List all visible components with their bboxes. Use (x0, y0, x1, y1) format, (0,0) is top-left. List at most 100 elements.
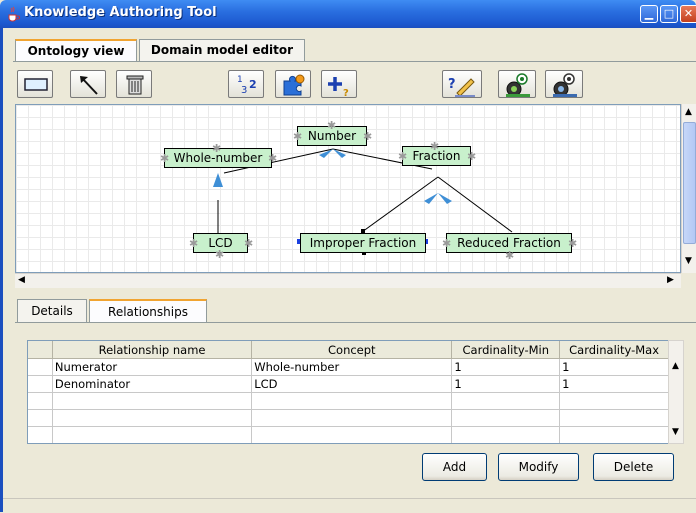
table-cell[interactable]: Denominator (52, 375, 253, 393)
connector-handle: ✱ (398, 150, 408, 163)
row-header-corner (28, 341, 53, 359)
scroll-up-icon[interactable]: ▲ (685, 107, 692, 117)
table-cell[interactable]: 1 (451, 375, 561, 393)
minimize-button[interactable]: ▁ (640, 5, 658, 23)
table-cell[interactable] (559, 392, 669, 410)
table-cell[interactable] (251, 409, 453, 427)
connector-handle: ✱ (505, 249, 515, 262)
connector-handle: ✱ (467, 150, 477, 163)
edge-arrowhead-whole-number (213, 173, 223, 187)
numbering-button[interactable]: 1 3 2 (228, 70, 264, 98)
connector-handle: ✱ (293, 130, 303, 143)
run-button[interactable] (498, 70, 536, 98)
table-row[interactable] (28, 426, 669, 443)
title-bar: Knowledge Authoring Tool ▁ □ ✕ (0, 0, 696, 28)
table-cell[interactable] (559, 426, 669, 443)
scroll-up-icon[interactable]: ▲ (672, 361, 679, 371)
table-cell[interactable] (451, 426, 561, 443)
table-row[interactable]: Numerator Whole-number 1 1 (28, 358, 669, 376)
node-improper-fraction[interactable]: Improper Fraction (300, 233, 426, 253)
column-header[interactable]: Cardinality-Max (559, 341, 669, 359)
table-vertical-scrollbar[interactable]: ▲ ▼ (668, 340, 684, 444)
maximize-icon: □ (663, 7, 675, 20)
window-title: Knowledge Authoring Tool (24, 5, 217, 20)
connector-handle: ✱ (215, 248, 225, 261)
table-row[interactable] (28, 409, 669, 427)
diagram-vertical-scrollbar[interactable]: ▲ ▼ (681, 104, 696, 273)
table-cell[interactable] (451, 392, 561, 410)
connector-handle: ✱ (212, 142, 222, 155)
svg-text:2: 2 (249, 78, 257, 91)
tab-panel-divider (13, 61, 696, 62)
table-cell[interactable] (559, 409, 669, 427)
status-bar (3, 498, 696, 513)
run-all-button[interactable] (545, 70, 583, 98)
table-cell[interactable]: 1 (559, 375, 669, 393)
help-edit-button[interactable]: ? (442, 70, 482, 98)
help-edit-icon: ? (448, 77, 475, 97)
table-cell[interactable] (52, 409, 253, 427)
row-header-cell (28, 426, 53, 443)
svg-text:?: ? (343, 88, 349, 99)
modify-button[interactable]: Modify (498, 453, 579, 481)
edge-arrowheads-fraction (424, 193, 452, 204)
table-cell[interactable]: Whole-number (251, 358, 453, 376)
puzzle-button[interactable] (275, 70, 311, 98)
tab-ontology-view[interactable]: Ontology view (15, 39, 137, 62)
relationships-table[interactable]: Relationship name Concept Cardinality-Mi… (27, 340, 670, 444)
connector-handle: ✱ (327, 119, 337, 132)
table-row[interactable]: Denominator LCD 1 1 (28, 375, 669, 393)
tab-relationships[interactable]: Relationships (89, 299, 207, 323)
svg-text:3: 3 (241, 85, 247, 96)
table-cell[interactable] (251, 426, 453, 443)
connector-handle: ✱ (430, 140, 440, 153)
ontology-diagram-canvas[interactable]: Number Whole-number Fraction LCD Imprope… (15, 104, 681, 273)
table-cell[interactable]: 1 (559, 358, 669, 376)
column-header[interactable]: Cardinality-Min (451, 341, 561, 359)
row-header-cell (28, 392, 53, 410)
connector-handle: ✱ (160, 152, 170, 165)
add-relation-icon: ? (328, 77, 349, 99)
connector-handle: ✱ (568, 237, 578, 250)
scroll-right-icon[interactable]: ▶ (667, 275, 674, 285)
maximize-button[interactable]: □ (660, 5, 678, 23)
close-button[interactable]: ✕ (680, 5, 696, 23)
table-cell[interactable]: Numerator (52, 358, 253, 376)
table-cell[interactable]: 1 (451, 358, 561, 376)
table-cell[interactable] (251, 392, 453, 410)
scrollbar-thumb[interactable] (683, 122, 696, 244)
minimize-icon: ▁ (644, 7, 654, 20)
tab-details[interactable]: Details (17, 299, 87, 323)
column-header[interactable]: Relationship name (52, 341, 253, 359)
rectangle-tool-button[interactable] (17, 70, 53, 98)
connector-handle: ✱ (244, 237, 254, 250)
tab-domain-model-editor[interactable]: Domain model editor (139, 39, 305, 61)
add-relation-button[interactable]: ? (321, 70, 357, 99)
delete-tool-button[interactable] (116, 70, 152, 98)
scroll-down-icon[interactable]: ▼ (685, 256, 692, 266)
table-header-row: Relationship name Concept Cardinality-Mi… (28, 341, 669, 359)
table-row[interactable] (28, 392, 669, 410)
numbering-icon: 1 3 2 (237, 75, 257, 96)
connector-handle: ✱ (363, 130, 373, 143)
delete-button[interactable]: Delete (593, 453, 674, 481)
svg-text:1: 1 (237, 75, 243, 85)
scroll-down-icon[interactable]: ▼ (672, 427, 679, 437)
connector-handle: ✱ (442, 237, 452, 250)
table-cell[interactable] (52, 426, 253, 443)
arrow-tool-button[interactable] (70, 70, 106, 98)
table-cell[interactable]: LCD (251, 375, 453, 393)
diagram-horizontal-scrollbar[interactable]: ◀ ▶ (15, 273, 681, 288)
relationships-grid: Relationship name Concept Cardinality-Mi… (28, 341, 669, 443)
close-icon: ✕ (683, 7, 694, 20)
table-cell[interactable] (52, 392, 253, 410)
scroll-left-icon[interactable]: ◀ (18, 275, 25, 285)
add-button[interactable]: Add (422, 453, 487, 481)
column-header[interactable]: Concept (251, 341, 453, 359)
table-cell[interactable] (451, 409, 561, 427)
puzzle-icon (283, 74, 305, 96)
rectangle-tool-icon (24, 78, 48, 91)
java-cup-icon (8, 6, 20, 22)
row-header-cell (28, 375, 53, 393)
connector-handle: ✱ (189, 237, 199, 250)
